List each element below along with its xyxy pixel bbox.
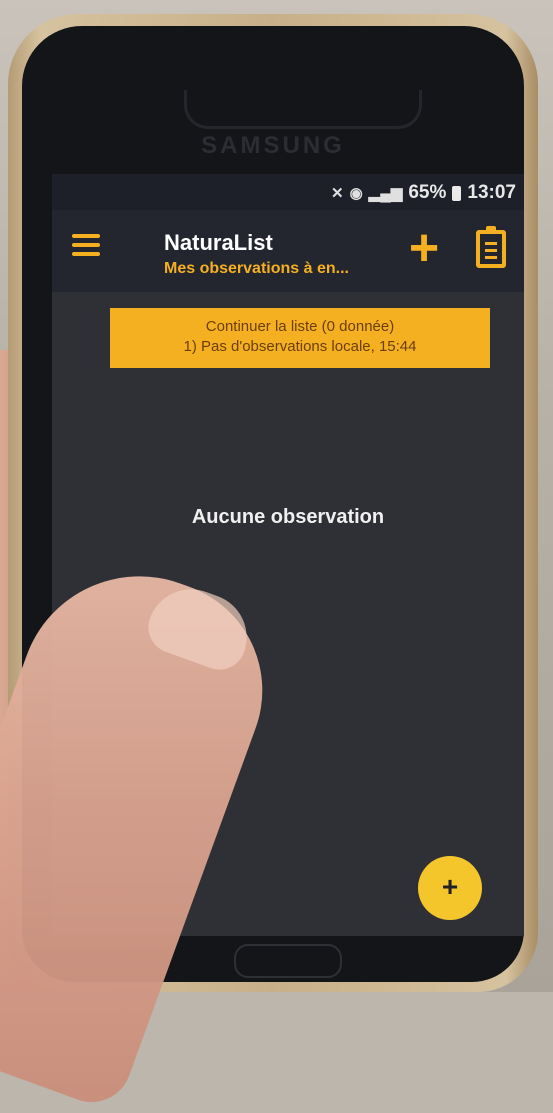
status-time: 13:07	[467, 182, 516, 203]
app-subtitle[interactable]: Mes observations à en...	[164, 260, 349, 278]
empty-state-text: Aucune observation	[191, 506, 385, 528]
mute-icon: ✕	[330, 185, 344, 202]
battery-icon	[452, 185, 462, 201]
banner-line-1: Continuer la liste (0 donnée)	[205, 318, 395, 335]
signal-icon: ▂▄▆	[368, 185, 403, 202]
plus-icon[interactable]: +	[402, 222, 446, 274]
status-bar: ✕ ◉ ▂▄▆ 65% 13:07	[52, 174, 524, 210]
app-title: NaturaList	[164, 230, 273, 255]
wifi-icon: ◉	[349, 185, 363, 202]
continue-list-banner[interactable]: Continuer la liste (0 donnée) 1) Pas d'o…	[110, 308, 490, 368]
home-button[interactable]	[234, 944, 342, 978]
status-indicators: ✕ ◉ ▂▄▆ 65% 13:07	[331, 182, 516, 204]
clipboard-icon[interactable]	[476, 226, 506, 268]
battery-percent: 65%	[408, 182, 447, 203]
menu-icon[interactable]	[72, 234, 100, 258]
app-bar: NaturaList Mes observations à en... +	[52, 210, 524, 292]
brand-logo: SAMSUNG	[201, 132, 345, 159]
earpiece	[184, 90, 422, 129]
banner-line-2: 1) Pas d'observations locale, 15:44	[183, 338, 417, 355]
add-observation-button[interactable]: +	[418, 856, 482, 920]
